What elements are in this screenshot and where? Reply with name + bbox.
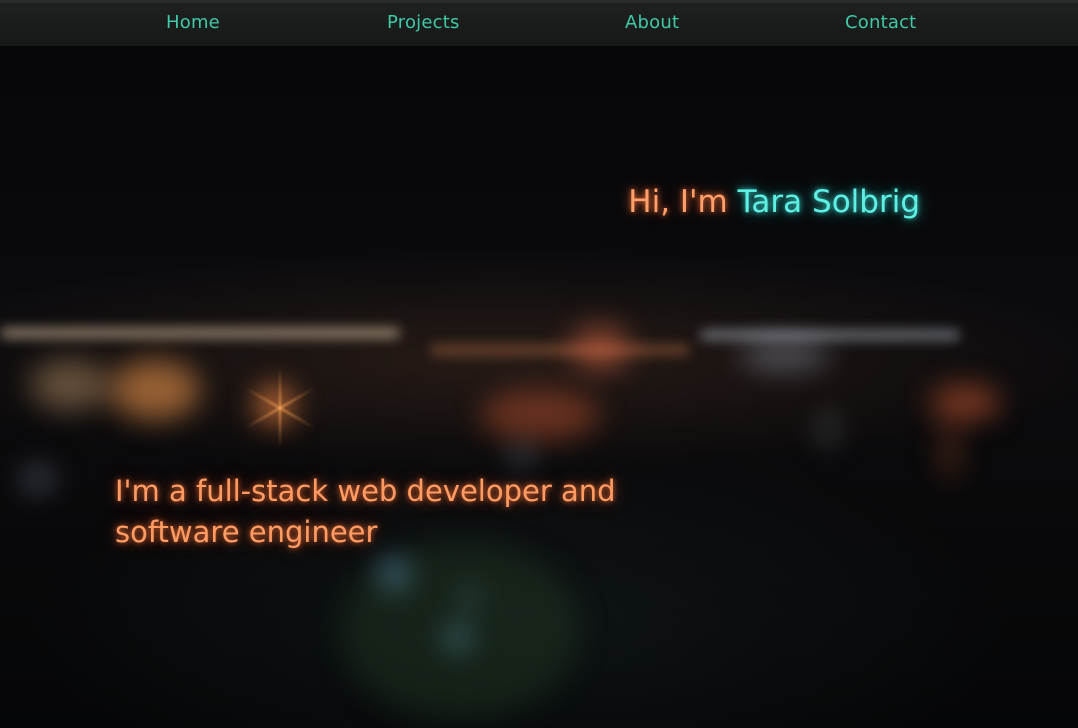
top-navbar: Home Projects About Contact [0, 0, 1078, 46]
nav-link-about[interactable]: About [625, 12, 679, 33]
nav-link-projects[interactable]: Projects [387, 12, 460, 33]
nav-link-home[interactable]: Home [166, 12, 220, 33]
hero-tagline: I'm a full-stack web developer and softw… [115, 474, 616, 549]
hero-name: Tara Solbrig [737, 184, 920, 220]
hero-greeting: Hi, I'm [628, 184, 738, 220]
hero-heading: Hi, I'm Tara Solbrig [600, 182, 920, 223]
nav-link-contact[interactable]: Contact [845, 12, 916, 33]
background-image-city-night [0, 0, 1078, 728]
page: Home Projects About Contact Hi, I'm Tara… [0, 0, 1078, 728]
